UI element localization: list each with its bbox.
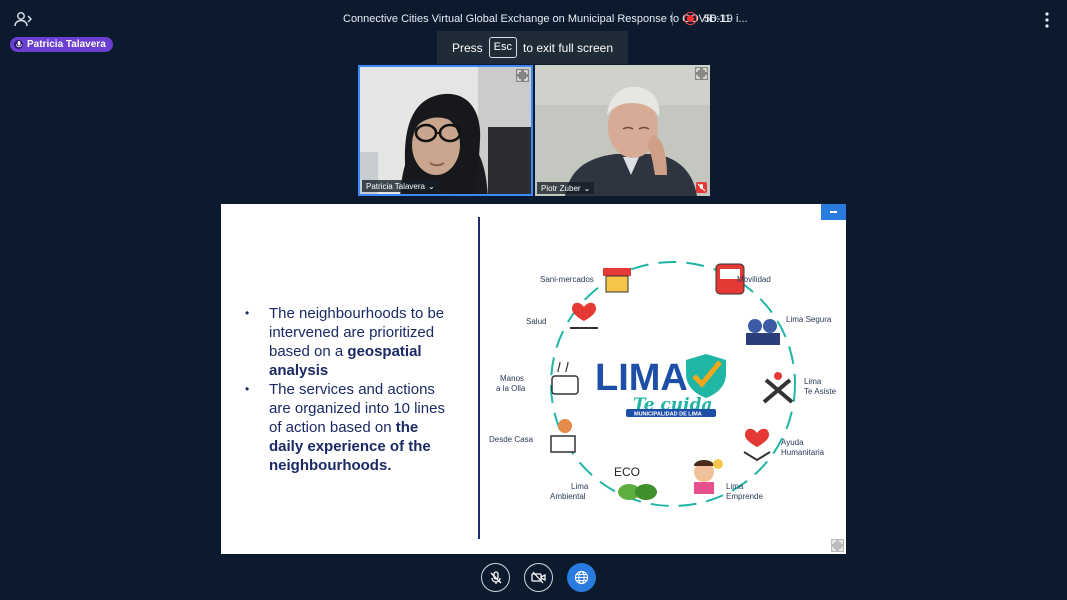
node-lima-te-asiste-1: Lima: [804, 377, 822, 386]
minimize-slide-button[interactable]: [821, 204, 846, 220]
node-lima-segura: Lima Segura: [786, 315, 832, 324]
mic-off-icon: [490, 570, 501, 584]
fullscreen-toast: Press Esc to exit full screen: [437, 31, 628, 64]
node-ayuda-2: Humanitaria: [781, 448, 825, 457]
expand-icon[interactable]: [516, 69, 529, 82]
home-office-icon: [550, 419, 576, 453]
entrepreneur-icon: [694, 459, 723, 494]
participant-name: Patricia Talavera: [366, 181, 425, 191]
camera-off-icon: [531, 571, 546, 584]
active-speaker-name: Patricia Talavera: [27, 39, 106, 50]
lima-te-cuida-diagram: LIMA Te cuida MUNICIPALIDAD DE LIMA ECO …: [489, 261, 837, 507]
eco-leaves-icon: ECO: [614, 465, 657, 500]
mic-active-icon: [14, 40, 23, 49]
language-button[interactable]: [567, 563, 596, 592]
participant-name: Piotr Zuber: [541, 183, 581, 193]
heart-hand-icon: [570, 302, 598, 329]
recording-icon: [684, 12, 697, 25]
logo-main: LIMA: [595, 357, 688, 399]
camera-toggle-button[interactable]: [524, 563, 553, 592]
toast-suffix: to exit full screen: [522, 40, 614, 55]
shared-slide: The neighbourhoods to be intervened are …: [221, 204, 846, 554]
active-speaker-badge: Patricia Talavera: [10, 37, 113, 52]
node-ambiental-1: Lima: [571, 482, 589, 491]
node-lima-te-asiste-2: Te Asiste: [804, 387, 837, 396]
pot-icon: [551, 361, 579, 395]
chevron-down-icon: ⌄: [583, 183, 591, 193]
globe-icon: [574, 570, 589, 585]
handshake-icon: [762, 372, 794, 404]
node-emprende-2: Emprende: [726, 492, 763, 501]
node-emprende-1: Lima: [726, 482, 744, 491]
slide-bullet-1: The neighbourhoods to be intervened are …: [245, 304, 455, 380]
mute-toggle-button[interactable]: [481, 563, 510, 592]
sanimercados-icon: [603, 268, 631, 293]
expand-icon[interactable]: [695, 67, 708, 80]
lima-te-cuida-logo: LIMA Te cuida MUNICIPALIDAD DE LIMA: [590, 344, 730, 424]
expand-icon[interactable]: [831, 539, 844, 552]
participants-icon[interactable]: [14, 11, 32, 27]
node-manos-2: a la Olla: [496, 384, 526, 393]
node-ambiental-2: Ambiental: [550, 492, 586, 501]
toast-press: Press: [451, 40, 483, 55]
video-tile-piotr[interactable]: Piotr Zuber ⌄: [535, 65, 710, 196]
more-options-icon[interactable]: [1040, 11, 1054, 29]
logo-sub: MUNICIPALIDAD DE LIMA: [634, 412, 702, 418]
police-icon: [746, 319, 780, 345]
title-divider: [672, 12, 673, 26]
esc-key: Esc: [488, 37, 517, 58]
chevron-down-icon: ⌄: [428, 181, 435, 191]
slide-bullet-list: The neighbourhoods to be intervened are …: [245, 304, 455, 475]
participant-name-tag[interactable]: Piotr Zuber ⌄: [537, 182, 595, 194]
participant-video-1: [360, 67, 531, 194]
node-movilidad: Movilidad: [737, 275, 771, 284]
slide-bullet-2: The services and actions are organized i…: [245, 380, 455, 475]
video-tile-patricia[interactable]: Patricia Talavera ⌄: [358, 65, 533, 196]
node-salud: Salud: [526, 317, 546, 326]
node-sanimercados: Sani-mercados: [540, 275, 594, 284]
node-desde-casa: Desde Casa: [489, 435, 534, 444]
node-manos-1: Manos: [500, 374, 524, 383]
participant-name-tag[interactable]: Patricia Talavera ⌄: [362, 180, 439, 192]
bullet-2-text: The services and actions are organized i…: [269, 381, 445, 436]
eco-label: ECO: [614, 465, 640, 479]
meeting-timer: 56:11: [704, 13, 731, 25]
node-ayuda-1: Ayuda: [781, 438, 804, 447]
muted-mic-icon: [696, 182, 707, 193]
humanitarian-icon: [743, 428, 771, 462]
participant-video-2: [535, 65, 710, 196]
